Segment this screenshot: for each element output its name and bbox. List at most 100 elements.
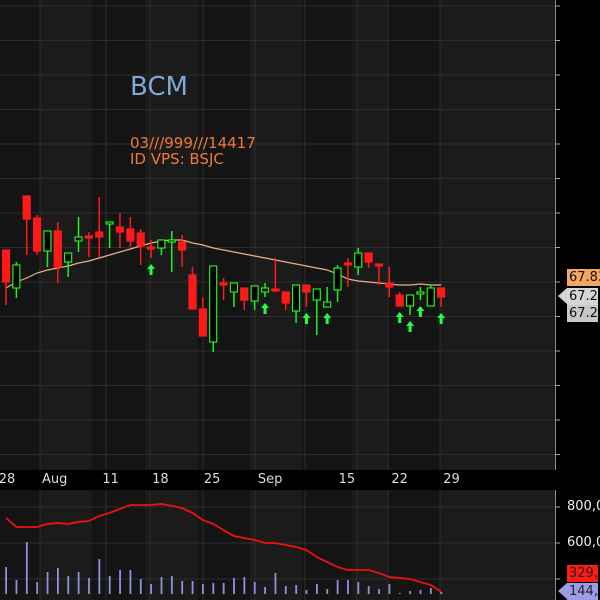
- volume-bar: [36, 582, 39, 594]
- x-tick-label: 29: [443, 472, 460, 487]
- volume-bar: [5, 567, 7, 594]
- candle-body: [405, 294, 415, 307]
- candle-body: [1, 249, 11, 283]
- price-label: 67.2: [567, 305, 598, 322]
- x-tick-label: 11: [102, 472, 119, 487]
- chart-window: BCM 03///999///14417 ID VPS: BSJC 28 Aug 1…: [0, 0, 600, 600]
- candle-body: [95, 231, 104, 238]
- volume-bar: [253, 582, 256, 594]
- candle-body: [229, 282, 239, 293]
- pointer-icon: [558, 288, 567, 304]
- candle-body: [198, 308, 207, 337]
- x-tick-label: 25: [203, 472, 221, 487]
- volume-label: 144,: [567, 583, 598, 600]
- volume-bar: [139, 579, 142, 594]
- candle-body: [136, 232, 145, 247]
- candle: [32, 215, 42, 255]
- candle-body: [209, 265, 218, 343]
- volume-axis-label: 800,0: [567, 499, 600, 514]
- x-tick-label: 22: [391, 472, 408, 487]
- volume-bar: [222, 583, 225, 594]
- volume-bar: [264, 587, 266, 594]
- candle-body: [146, 246, 156, 250]
- volume-ma-label: 329,: [567, 565, 598, 582]
- candle-body: [416, 291, 425, 295]
- volume-bar: [243, 577, 246, 594]
- candle-body: [437, 287, 446, 298]
- volume-bar: [419, 590, 422, 594]
- x-tick-label: 28: [0, 472, 16, 487]
- volume-bar: [357, 582, 360, 594]
- volume-bar: [429, 588, 432, 594]
- candle-body: [271, 288, 280, 292]
- candle-body: [343, 262, 352, 266]
- candle-body: [178, 241, 187, 251]
- candle: [426, 285, 435, 307]
- candle-body: [354, 252, 363, 268]
- volume-bar: [295, 585, 298, 594]
- symbol-title: BCM: [130, 72, 188, 102]
- chart-canvas[interactable]: [0, 0, 600, 600]
- x-tick-label: Aug: [41, 472, 68, 487]
- volume-bar: [77, 572, 80, 594]
- volume-bar: [233, 578, 235, 594]
- volume-bar: [336, 580, 339, 594]
- volume-bar: [398, 593, 401, 594]
- candle-body: [374, 263, 384, 267]
- volume-bar: [119, 570, 121, 594]
- candle-body: [64, 252, 73, 263]
- candle-body: [364, 252, 373, 263]
- candle-body: [22, 195, 31, 220]
- volume-bar: [409, 591, 412, 594]
- candle-body: [291, 284, 301, 312]
- last-price-label: 67.83: [567, 269, 600, 286]
- volume-bar: [108, 576, 111, 594]
- volume-bar: [316, 584, 318, 594]
- volume-bar: [57, 568, 59, 594]
- volume-bar: [367, 586, 370, 594]
- x-tick-label: Sep: [257, 472, 283, 487]
- volume-bar: [181, 581, 184, 594]
- volume-bar: [98, 559, 101, 594]
- volume-bar: [46, 572, 49, 594]
- candle-body: [426, 287, 435, 307]
- volume-bar: [67, 576, 70, 594]
- candle-body: [105, 221, 114, 225]
- candle-body: [12, 264, 21, 289]
- volume-bar: [378, 589, 380, 594]
- volume-bar: [274, 573, 277, 594]
- candle-body: [312, 288, 321, 301]
- candle-body: [157, 239, 166, 249]
- pointer-icon: [558, 583, 567, 599]
- candle-body: [323, 301, 332, 308]
- candle-body: [53, 230, 62, 268]
- volume-bar: [212, 583, 215, 594]
- volume-bar: [202, 584, 204, 594]
- annotation-line-1: 03///999///14417: [130, 134, 256, 152]
- candle-body: [333, 267, 342, 291]
- candle-body: [32, 217, 42, 252]
- candle-body: [250, 285, 259, 302]
- candle-body: [126, 228, 135, 242]
- candle-body: [188, 274, 197, 310]
- candle-body: [281, 291, 290, 304]
- week-band: [440, 0, 555, 470]
- volume-bar: [15, 580, 18, 594]
- volume-bar: [284, 586, 287, 594]
- volume-bar: [305, 590, 308, 594]
- candle-body: [395, 294, 404, 307]
- candle-body: [167, 239, 176, 243]
- price-label: 67.2: [567, 288, 598, 305]
- week-band: [250, 0, 302, 470]
- volume-bar: [25, 542, 28, 594]
- candle-body: [84, 235, 93, 239]
- volume-axis-label: 600,0: [567, 535, 600, 550]
- candle-body: [115, 226, 125, 233]
- volume-bar: [129, 570, 132, 594]
- volume-bar: [160, 577, 163, 594]
- candle-body: [219, 282, 228, 286]
- candle-body: [302, 284, 311, 293]
- candle: [209, 265, 218, 352]
- volume-bar: [170, 576, 173, 594]
- annotation-line-2: ID VPS: BSJC: [130, 150, 224, 168]
